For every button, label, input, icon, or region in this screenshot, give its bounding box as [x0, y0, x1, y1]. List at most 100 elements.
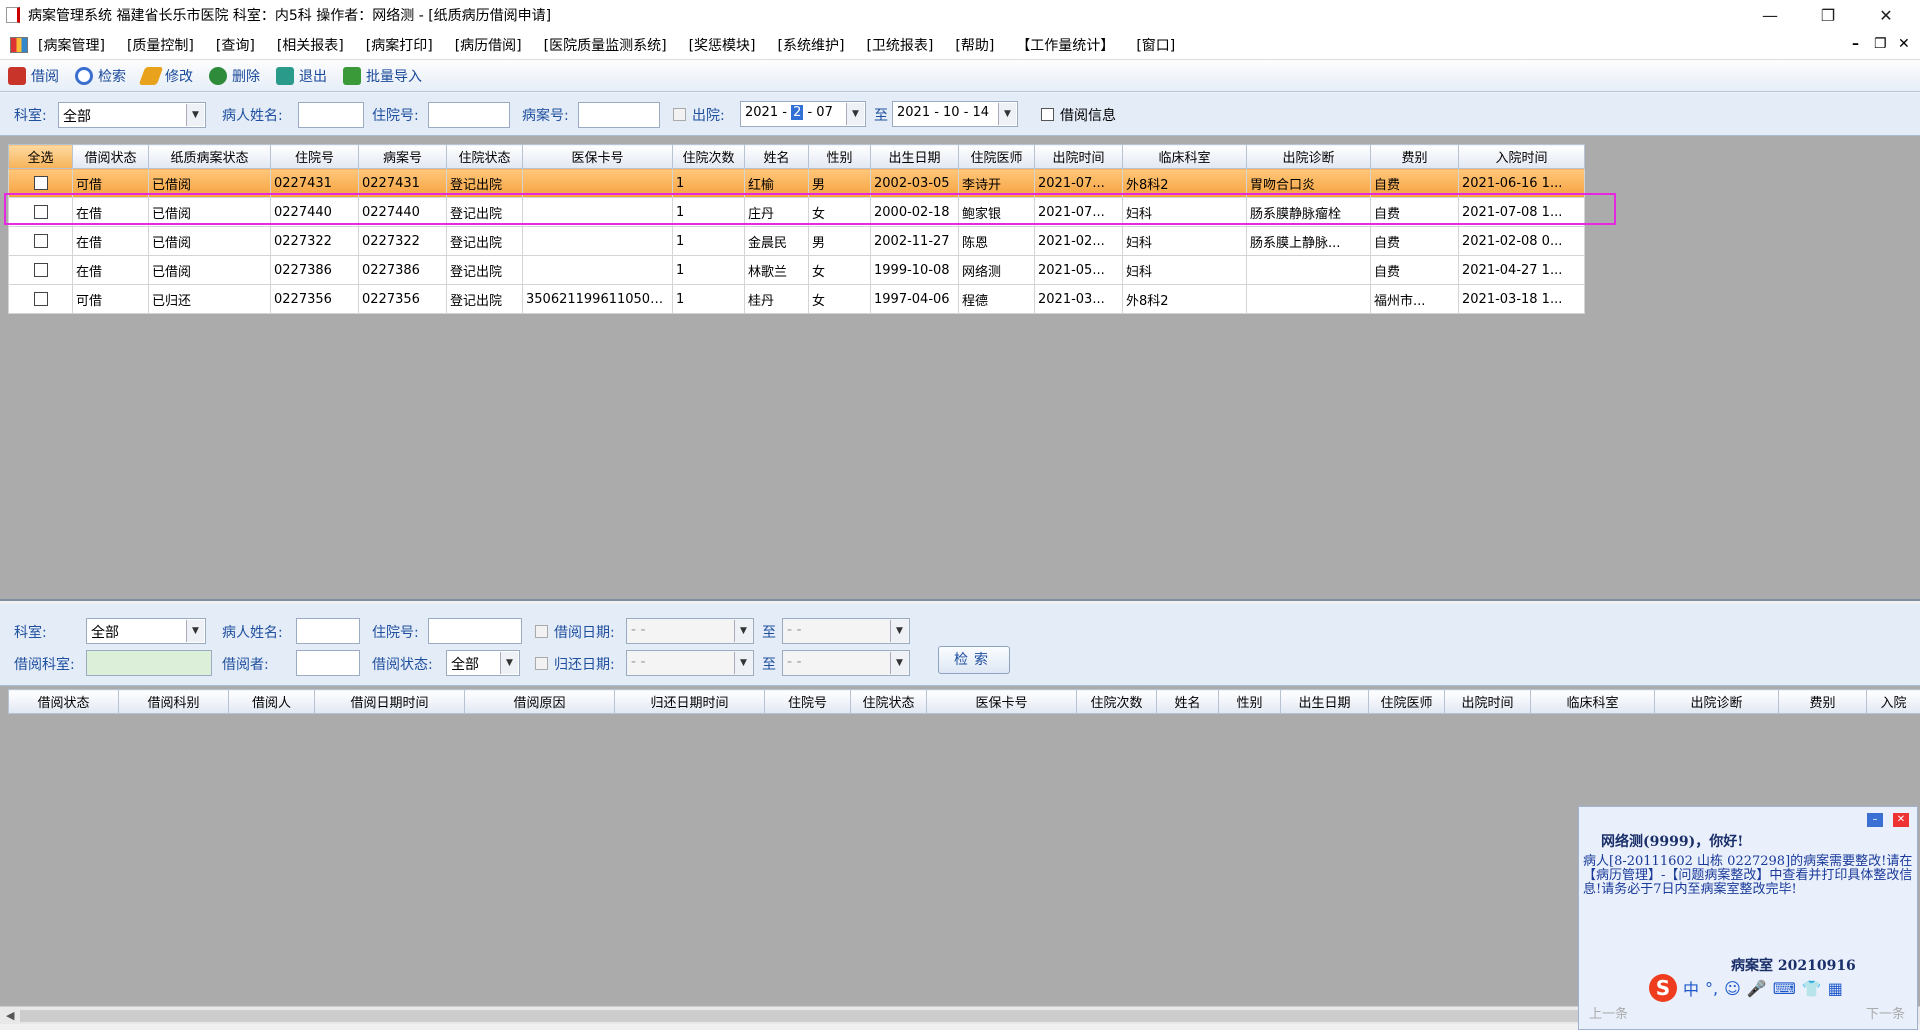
borrow-dept-input[interactable]	[86, 650, 212, 676]
dept-select-2[interactable]: 全部 ▼	[86, 618, 206, 644]
ime-microphone-icon[interactable]: 🎤	[1747, 979, 1767, 998]
column-header[interactable]: 住院号	[764, 689, 851, 714]
column-header[interactable]: 病案号	[358, 144, 447, 169]
inpatient-no-input-2[interactable]	[428, 618, 522, 644]
column-header[interactable]: 性别	[1218, 689, 1281, 714]
column-header[interactable]: 住院状态	[850, 689, 927, 714]
minimize-button[interactable]: —	[1742, 0, 1798, 30]
column-header[interactable]: 住院状态	[446, 144, 523, 169]
column-header[interactable]: 出生日期	[870, 144, 959, 169]
row-checkbox[interactable]	[34, 205, 48, 219]
return-date-to[interactable]: - - ▼	[782, 650, 910, 676]
borrow-date-to[interactable]: - - ▼	[782, 618, 910, 644]
borrow-date-checkbox[interactable]	[535, 625, 548, 638]
calendar-dropdown-icon[interactable]: ▼	[998, 103, 1016, 125]
close-button[interactable]: ✕	[1858, 0, 1914, 30]
ime-emoji-icon[interactable]: ☺	[1724, 979, 1741, 998]
menu-record-borrow[interactable]: [病历借阅]	[455, 35, 522, 55]
ime-punctuation-icon[interactable]: °,	[1705, 979, 1718, 998]
menu-rewards[interactable]: [奖惩模块]	[689, 35, 756, 55]
table-row[interactable]: 可借 已归还 0227356 0227356 登记出院 3506211996110500.…	[8, 284, 1585, 314]
column-header[interactable]: 入院	[1866, 689, 1920, 714]
date-month-selected[interactable]: 2	[791, 105, 804, 120]
calendar-dropdown-icon[interactable]: ▼	[890, 620, 908, 642]
column-header[interactable]: 费别	[1370, 144, 1459, 169]
menu-quality-monitor[interactable]: [医院质量监测系统]	[544, 35, 667, 55]
column-header[interactable]: 纸质病案状态	[148, 144, 271, 169]
column-header[interactable]: 借阅科别	[118, 689, 229, 714]
scrollbar-thumb[interactable]	[20, 1010, 1580, 1022]
menu-case-management[interactable]: [病案管理]	[38, 35, 105, 55]
table-row[interactable]: 在借 已借阅 0227386 0227386 登记出院 1 林歌兰女 1999-10-08 网络…	[8, 255, 1585, 285]
calendar-dropdown-icon[interactable]: ▼	[890, 652, 908, 674]
discharge-checkbox[interactable]	[673, 108, 686, 121]
select-all-header[interactable]: 全选	[8, 144, 73, 169]
borrow-status-select[interactable]: 全部 ▼	[446, 650, 520, 676]
dept-select[interactable]: 全部 ▼	[58, 102, 206, 128]
column-header[interactable]: 医保卡号	[522, 144, 673, 169]
patient-name-input[interactable]	[298, 102, 364, 128]
discharge-date-to[interactable]: 2021 - 10 - 14 ▼	[892, 101, 1018, 127]
menu-help[interactable]: [帮助]	[955, 35, 994, 55]
search-submit-button[interactable]: 检索	[938, 646, 1010, 674]
popup-prev-link[interactable]: 上一条	[1589, 1003, 1628, 1022]
chevron-down-icon[interactable]: ▼	[186, 104, 204, 126]
ime-keyboard-icon[interactable]: ⌨	[1773, 979, 1796, 998]
maximize-button[interactable]: ❐	[1800, 0, 1856, 30]
menu-case-print[interactable]: [病案打印]	[366, 35, 433, 55]
column-header[interactable]: 住院次数	[672, 144, 745, 169]
mdi-restore-button[interactable]: ❐	[1874, 36, 1887, 52]
table-row[interactable]: 在借 已借阅 0227322 0227322 登记出院 1 金晨民男 2002-11-27 陈恩…	[8, 226, 1585, 256]
row-checkbox[interactable]	[34, 176, 48, 190]
menu-reports[interactable]: [相关报表]	[277, 35, 344, 55]
calendar-dropdown-icon[interactable]: ▼	[846, 103, 864, 125]
popup-next-link[interactable]: 下一条	[1866, 1003, 1905, 1022]
return-date-from[interactable]: - - ▼	[626, 650, 754, 676]
column-header[interactable]: 出院诊断	[1246, 144, 1371, 169]
scroll-left-icon[interactable]: ◀	[6, 1009, 14, 1022]
column-header[interactable]: 住院医师	[1368, 689, 1445, 714]
ime-chinese-mode-icon[interactable]: 中	[1683, 976, 1699, 1000]
column-header[interactable]: 借阅状态	[8, 689, 119, 714]
inpatient-no-input[interactable]	[428, 102, 510, 128]
menu-workload-stats[interactable]: 【工作量统计】	[1016, 35, 1114, 55]
borrow-date-from[interactable]: - - ▼	[626, 618, 754, 644]
chevron-down-icon[interactable]: ▼	[500, 652, 518, 674]
row-checkbox[interactable]	[34, 263, 48, 277]
mdi-minimize-button[interactable]: –	[1852, 36, 1859, 52]
menu-query[interactable]: [查询]	[216, 35, 255, 55]
row-checkbox[interactable]	[34, 292, 48, 306]
column-header[interactable]: 医保卡号	[926, 689, 1077, 714]
edit-button[interactable]: 修改	[138, 66, 193, 86]
menu-system-maintenance[interactable]: [系统维护]	[778, 35, 845, 55]
borrow-info-checkbox[interactable]	[1041, 108, 1054, 121]
discharge-date-from[interactable]: 2021 - 2 - 07 ▼	[740, 101, 866, 127]
column-header[interactable]: 借阅人	[228, 689, 315, 714]
popup-close-button[interactable]: ✕	[1893, 813, 1909, 827]
column-header[interactable]: 借阅原因	[464, 689, 615, 714]
column-header[interactable]: 出院时间	[1034, 144, 1123, 169]
table-row[interactable]: 在借 已借阅 0227440 0227440 登记出院 1 庄丹女 2000-02-18 鲍家银…	[8, 197, 1585, 227]
row-checkbox[interactable]	[34, 234, 48, 248]
column-header[interactable]: 性别	[808, 144, 871, 169]
column-header[interactable]: 住院次数	[1076, 689, 1157, 714]
return-date-checkbox[interactable]	[535, 657, 548, 670]
menu-window[interactable]: [窗口]	[1136, 35, 1175, 55]
borrow-button[interactable]: 借阅	[8, 66, 59, 86]
column-header[interactable]: 姓名	[1156, 689, 1219, 714]
column-header[interactable]: 出院时间	[1444, 689, 1531, 714]
delete-button[interactable]: 删除	[209, 66, 260, 86]
search-button[interactable]: 检索	[75, 66, 126, 86]
calendar-dropdown-icon[interactable]: ▼	[734, 652, 752, 674]
ime-skin-icon[interactable]: 👕	[1802, 979, 1822, 998]
table-row[interactable]: 可借 已借阅 0227431 0227431 登记出院 1 红榆男 2002-03-05 李诗开…	[8, 168, 1585, 198]
ime-toolbox-icon[interactable]: ▦	[1828, 979, 1843, 998]
column-header[interactable]: 借阅状态	[72, 144, 149, 169]
batch-import-button[interactable]: 批量导入	[343, 66, 422, 86]
column-header[interactable]: 费别	[1778, 689, 1867, 714]
calendar-dropdown-icon[interactable]: ▼	[734, 620, 752, 642]
column-header[interactable]: 姓名	[744, 144, 809, 169]
borrower-input[interactable]	[296, 650, 360, 676]
column-header[interactable]: 借阅日期时间	[314, 689, 465, 714]
column-header[interactable]: 住院医师	[958, 144, 1035, 169]
